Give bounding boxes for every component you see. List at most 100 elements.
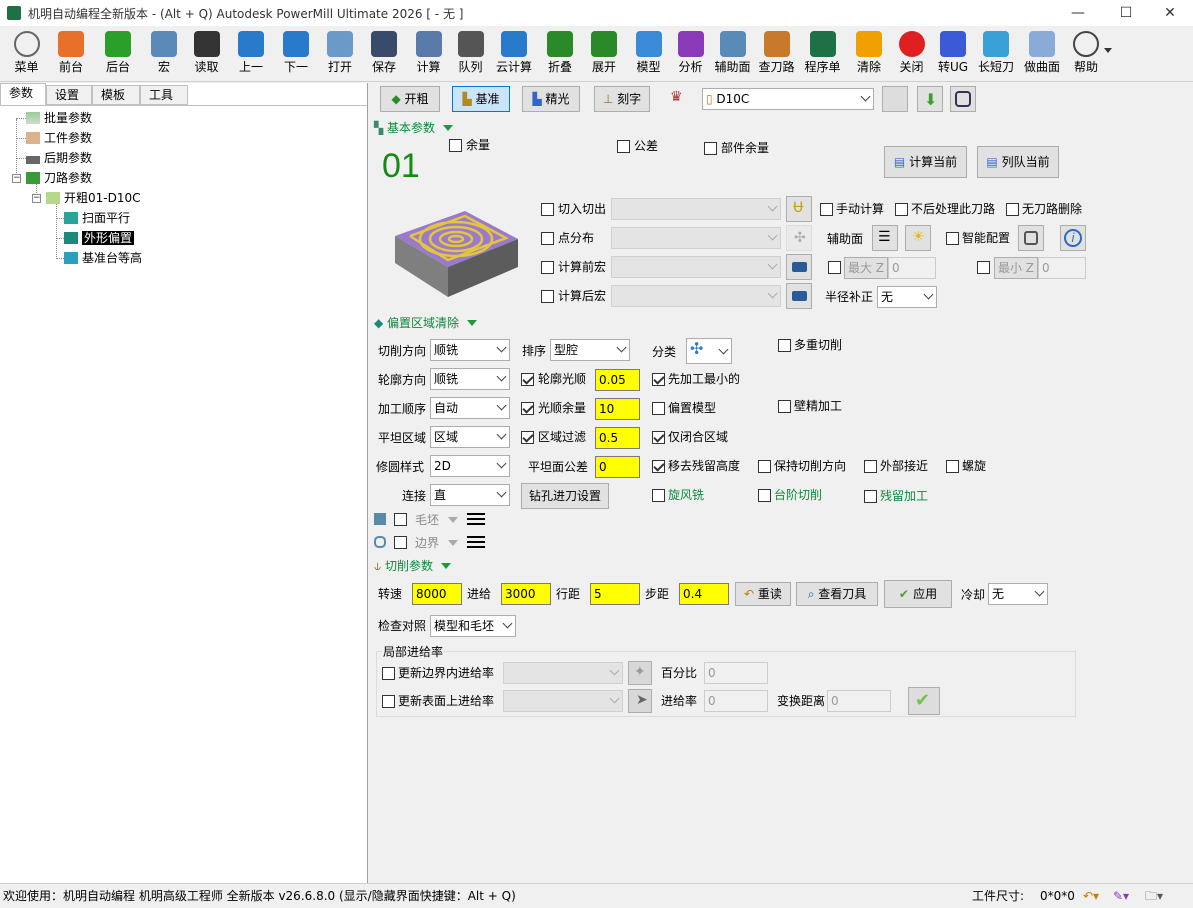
toolbar-button-16[interactable]: 分析	[671, 28, 710, 80]
tree-collapse-toggle[interactable]: −	[32, 194, 41, 203]
apply-button[interactable]: ✔ 应用	[884, 580, 952, 608]
toolbar-button-3[interactable]: 后台	[93, 28, 143, 80]
feed-input[interactable]: 3000	[501, 583, 551, 605]
toolbar-button-9[interactable]: 保存	[362, 28, 406, 80]
radius-comp-select[interactable]: 无	[877, 286, 937, 308]
point-dist-select[interactable]	[611, 227, 781, 249]
tab-tools[interactable]: 工具	[140, 85, 188, 105]
boundary-pick-button[interactable]: ✦	[628, 661, 652, 685]
pre-macro-select[interactable]	[611, 256, 781, 278]
toolbar-button-24[interactable]: 做曲面	[1018, 28, 1066, 80]
max-z-button[interactable]: 最大 Z	[844, 257, 888, 279]
class-select[interactable]: ✣	[686, 338, 732, 364]
boundary-checkbox[interactable]	[394, 536, 407, 549]
step-cut-checkbox[interactable]	[758, 489, 771, 502]
blank-checkbox[interactable]	[394, 513, 407, 526]
toolbar-button-1[interactable]: 菜单	[4, 28, 49, 80]
smooth-allow-checkbox[interactable]	[521, 402, 534, 415]
toolbar-button-4[interactable]: 宏	[143, 28, 185, 80]
reread-button[interactable]: ↶ 重读	[735, 582, 791, 606]
list-icon[interactable]	[467, 513, 485, 525]
tree-item-batch[interactable]: 批量参数	[26, 109, 92, 127]
check-select[interactable]: 模型和毛坯	[430, 615, 516, 637]
tree-item-base-z[interactable]: 基准台等高	[64, 249, 142, 267]
download-arrow-button[interactable]: ⬇	[917, 86, 943, 112]
region-filter-input[interactable]: 0.5	[595, 427, 640, 449]
surface-feed-select[interactable]	[503, 690, 623, 712]
roughing-button[interactable]: ◆ 开粗	[380, 86, 440, 112]
cut-dir-select[interactable]: 顺铣	[430, 339, 510, 361]
keep-dir-checkbox[interactable]	[758, 460, 771, 473]
wall-finish-checkbox[interactable]	[778, 400, 791, 413]
flat-tol-input[interactable]: 0	[595, 456, 640, 478]
min-z-input[interactable]: 0	[1038, 257, 1086, 279]
smart-config-checkbox[interactable]	[946, 232, 959, 245]
sort-select[interactable]: 型腔	[550, 339, 630, 361]
manual-calc-checkbox[interactable]	[820, 203, 833, 216]
percent-input[interactable]: 0	[704, 662, 768, 684]
toolbar-overflow-icon[interactable]	[1104, 48, 1112, 53]
post-macro-select[interactable]	[611, 285, 781, 307]
speed-input[interactable]: 8000	[412, 583, 462, 605]
tree-collapse-toggle[interactable]: −	[12, 174, 21, 183]
drill-approach-button[interactable]: 钻孔进刀设置	[521, 483, 609, 509]
toolbar-button-23[interactable]: 长短刀	[974, 28, 1018, 80]
update-boundary-feed-checkbox[interactable]	[382, 667, 395, 680]
contour-smooth-checkbox[interactable]	[521, 373, 534, 386]
toolbar-button-15[interactable]: 模型	[626, 28, 671, 80]
tab-templates[interactable]: 模板	[92, 85, 140, 105]
finishing-button[interactable]: ▙ 精光	[522, 86, 580, 112]
offset-model-checkbox[interactable]	[652, 402, 665, 415]
toolbar-button-19[interactable]: 程序单	[798, 28, 847, 80]
surface-pick-button[interactable]: ➤	[628, 689, 652, 713]
aux-layers-button[interactable]: ☰	[872, 225, 898, 251]
base-button[interactable]: ▙ 基准	[452, 86, 510, 112]
post-macro-button[interactable]	[786, 283, 812, 309]
smooth-allow-input[interactable]: 10	[595, 398, 640, 420]
local-feed-apply-button[interactable]: ✔	[908, 687, 940, 715]
no-post-checkbox[interactable]	[895, 203, 908, 216]
toolbar-button-25[interactable]: 帮助	[1066, 28, 1106, 80]
tolerance-checkbox[interactable]	[617, 140, 630, 153]
tree-item-offset[interactable]: 外形偏置	[64, 229, 135, 247]
feed-rate-input[interactable]: 0	[704, 690, 768, 712]
tree-item-roughing[interactable]: 开粗01-D10C	[46, 189, 141, 207]
list-icon[interactable]	[467, 536, 485, 548]
toolbar-button-12[interactable]: 云计算	[490, 28, 538, 80]
folder-dropdown-icon[interactable]: 🗀▾	[1145, 887, 1163, 905]
tool-edit-button[interactable]	[882, 86, 908, 112]
outside-approach-checkbox[interactable]	[864, 460, 877, 473]
tool-select[interactable]: ▯ D10C	[702, 88, 874, 110]
link-select[interactable]: 直	[430, 484, 510, 506]
closed-only-checkbox[interactable]	[652, 431, 665, 444]
coolant-select[interactable]: 无	[988, 583, 1048, 605]
pre-macro-checkbox[interactable]	[541, 261, 554, 274]
toolbar-button-21[interactable]: 关闭	[891, 28, 932, 80]
min-z-button[interactable]: 最小 Z	[994, 257, 1038, 279]
remove-rest-checkbox[interactable]	[652, 460, 665, 473]
boundary-dropdown-icon[interactable]	[448, 540, 458, 546]
max-z-checkbox[interactable]	[828, 261, 841, 274]
toolbar-button-10[interactable]: 计算	[406, 28, 451, 80]
toolbar-button-8[interactable]: 打开	[318, 28, 362, 80]
tab-params[interactable]: 参数	[0, 83, 46, 106]
trans-dist-input[interactable]: 0	[827, 690, 891, 712]
minimize-button[interactable]: —	[1055, 0, 1101, 26]
part-allowance-checkbox[interactable]	[704, 142, 717, 155]
boundary-feed-select[interactable]	[503, 662, 623, 684]
toolbar-button-13[interactable]: 折叠	[538, 28, 582, 80]
frame-button[interactable]	[950, 86, 976, 112]
leadin-settings-button[interactable]: Ʉ	[786, 196, 812, 222]
update-surface-feed-checkbox[interactable]	[382, 695, 395, 708]
toolbar-button-7[interactable]: 下一	[274, 28, 318, 80]
toolbar-button-5[interactable]: 读取	[185, 28, 228, 80]
toolbar-button-18[interactable]: 查刀路	[755, 28, 798, 80]
fillet-select[interactable]: 2D	[430, 455, 510, 477]
aux-light-button[interactable]: ☀	[905, 225, 931, 251]
toolbar-button-20[interactable]: 清除	[847, 28, 891, 80]
tree-item-raster[interactable]: 扫面平行	[64, 209, 130, 227]
cutting-section-header[interactable]: ⫝ 切削参数	[374, 557, 451, 575]
tool-dropdown-icon[interactable]: ✎▾	[1113, 887, 1129, 905]
calc-current-button[interactable]: ▤ 计算当前	[884, 146, 967, 178]
max-z-input[interactable]: 0	[888, 257, 936, 279]
